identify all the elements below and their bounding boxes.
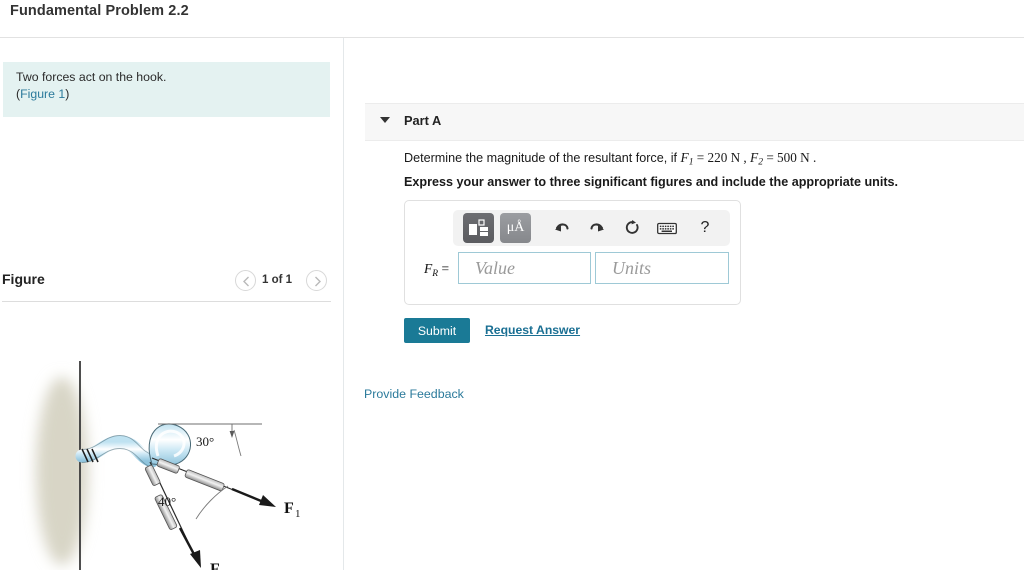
page-title: Fundamental Problem 2.2 [10,3,189,19]
figure-prev-button[interactable] [235,270,256,291]
variable-f2: F [750,150,759,165]
figure-divider [2,301,331,302]
answer-label-equals: = [438,261,450,276]
redo-icon[interactable] [583,213,611,243]
caret-down-icon[interactable] [380,117,390,123]
question-prefix: Determine the magnitude of the resultant… [404,151,681,165]
right-panel: Part A Determine the magnitude of the re… [344,38,1024,570]
keyboard-glyph [657,222,677,234]
page-root: Fundamental Problem 2.2 Two forces act o… [0,0,1024,570]
problem-statement-box: Two forces act on the hook. (Figure 1) [3,62,330,117]
problem-statement-text: Two forces act on the hook. [16,70,167,84]
force2-label: F [210,561,220,570]
provide-feedback-link[interactable]: Provide Feedback [364,387,464,401]
reset-icon[interactable] [618,213,646,243]
help-icon[interactable]: ? [691,213,719,243]
answer-panel: μÅ ? FR = Value Units [404,200,741,305]
left-panel: Two forces act on the hook. (Figure 1) F… [0,38,343,570]
angle-40-label: 40° [158,494,176,509]
page-header: Fundamental Problem 2.2 [0,0,1024,38]
variable-f1: F [680,150,689,165]
question-instruction: Express your answer to three significant… [404,175,899,189]
submit-button[interactable]: Submit [404,318,470,343]
f2-value: = 500 N . [763,150,817,165]
question-text: Determine the magnitude of the resultant… [404,150,816,168]
request-answer-link[interactable]: Request Answer [485,323,580,337]
units-button[interactable]: μÅ [500,213,531,243]
hook-force-diagram: 30° 40° F 1 F 2 [36,361,301,570]
redo-glyph [590,222,604,231]
f1-value: = 220 N , [693,150,751,165]
angle-30-label: 30° [196,434,214,449]
answer-field-label: FR = [424,261,449,279]
figure-image[interactable]: 30° 40° F 1 F 2 [0,306,343,570]
angle-30-arc [233,429,242,457]
figure-1-link[interactable]: Figure 1 [20,87,65,101]
figure-title: Figure [2,271,45,287]
angle-tick-arrow [229,431,235,438]
units-button-label: μÅ [506,220,525,235]
answer-label-f: F [424,261,433,276]
units-input[interactable] [595,252,729,284]
figure-next-button[interactable] [306,270,327,291]
part-a-header[interactable] [365,103,1024,141]
math-template-glyph [469,219,488,236]
angle-40-arc [195,485,229,520]
figure-header: Figure 1 of 1 [0,268,331,300]
hook-body [75,423,191,468]
chevron-left-icon [243,276,249,287]
figure-reference: (Figure 1) [16,86,69,103]
value-input[interactable] [458,252,591,284]
force1-label: F [284,500,294,517]
answer-toolbar: μÅ ? [453,210,730,246]
reset-glyph [625,220,639,234]
undo-glyph [555,222,569,231]
chevron-right-icon [315,276,321,287]
figure-ref-close-paren: ) [65,87,70,101]
math-template-icon[interactable] [463,213,494,243]
part-a-title: Part A [404,113,442,128]
figure-page-count: 1 of 1 [262,274,293,286]
force1-subscript: 1 [295,508,301,520]
keyboard-icon[interactable] [653,213,681,243]
undo-icon[interactable] [548,213,576,243]
